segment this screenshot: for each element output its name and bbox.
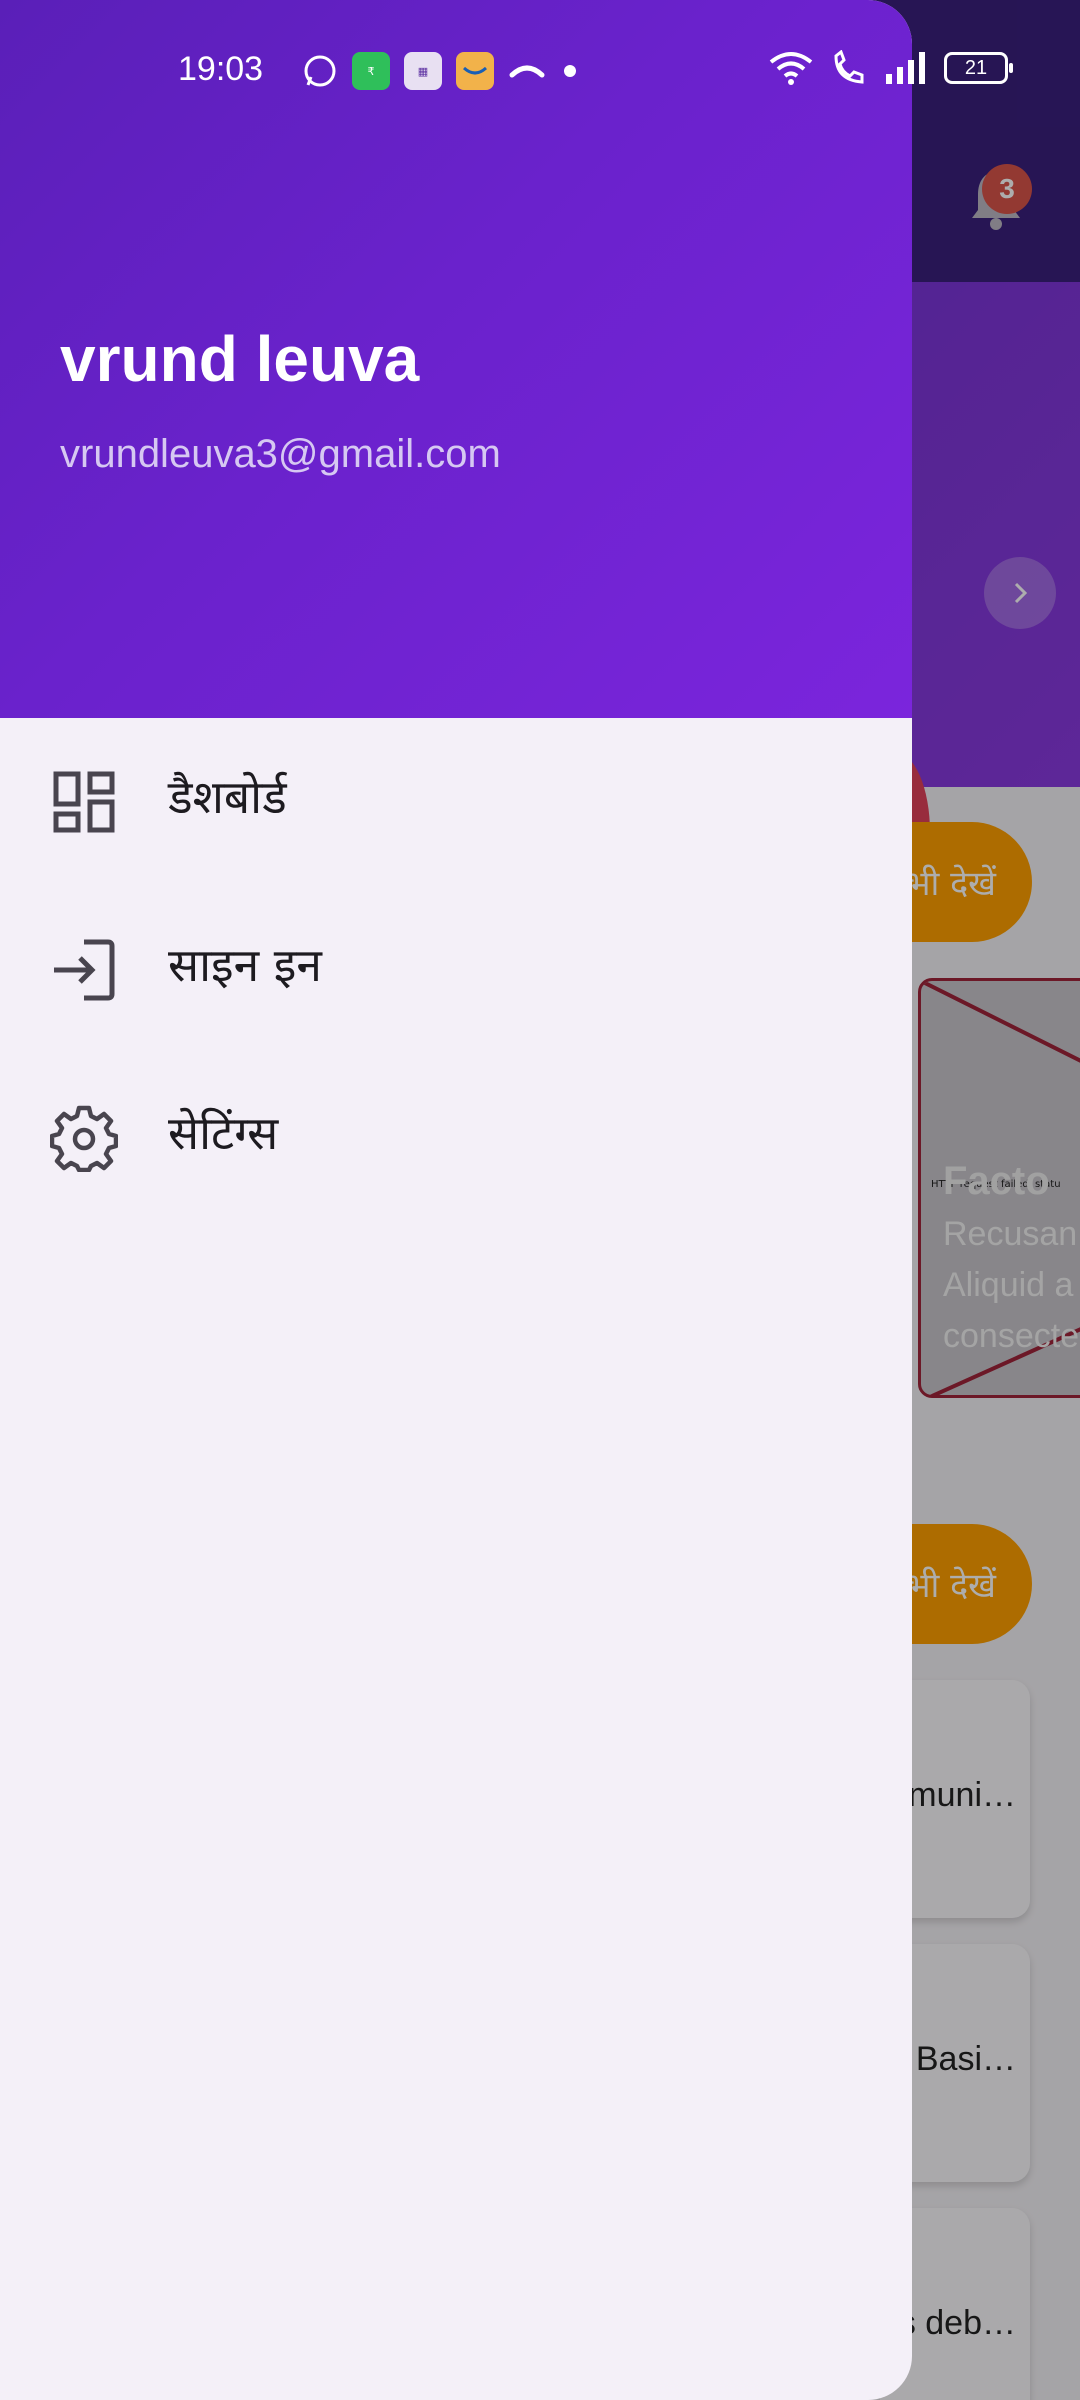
signal-icon <box>886 52 925 84</box>
whatsapp-icon <box>304 55 336 87</box>
system-icons: 21 <box>768 50 1013 86</box>
login-icon <box>54 939 115 1001</box>
battery-icon: 21 <box>944 52 1013 84</box>
menu-item-settings[interactable]: सेटिंग्स <box>0 1054 912 1222</box>
user-email: vrundleuva3@gmail.com <box>60 432 501 476</box>
user-name: vrund leuva <box>60 323 420 395</box>
navigation-drawer: vrund leuva vrundleuva3@gmail.com डैशबोर… <box>0 0 912 2400</box>
missed-call-icon <box>509 65 545 78</box>
status-time: 19:03 <box>178 50 264 88</box>
menu-item-label: सेटिंग्स <box>168 1105 279 1160</box>
wifi-icon <box>769 52 813 85</box>
menu-item-sign-in[interactable]: साइन इन <box>0 886 912 1054</box>
dashboard-icon <box>53 771 115 833</box>
app-purple-icon: ▦ <box>404 52 442 90</box>
menu-item-label: डैशबोर्ड <box>168 769 287 824</box>
menu-item-label: साइन इन <box>168 937 322 992</box>
wifi-call-icon <box>834 50 864 84</box>
drawer-menu: डैशबोर्ड साइन इन सेटिंग्स <box>0 718 912 1222</box>
app-green-icon: ₹ <box>352 52 390 90</box>
menu-item-dashboard[interactable]: डैशबोर्ड <box>0 718 912 886</box>
gear-icon <box>50 1105 118 1172</box>
status-bar: 19:03 ₹ ▦ 21 <box>0 0 1080 140</box>
amazon-icon <box>456 52 494 90</box>
notification-icons: ₹ ▦ <box>302 52 580 90</box>
battery-level: 21 <box>964 56 988 79</box>
dot-icon <box>564 65 576 77</box>
